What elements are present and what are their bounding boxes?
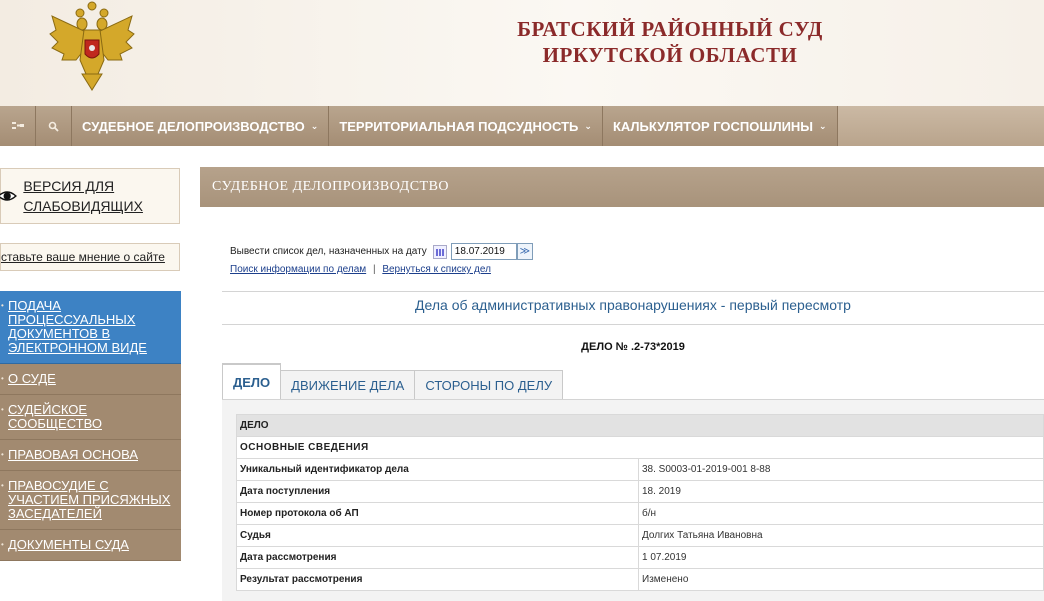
- case-category-title: Дела об административных правонарушениях…: [415, 297, 851, 313]
- section-title: ОСНОВНЫЕ СВЕДЕНИЯ: [236, 436, 1044, 459]
- court-title: БРАТСКИЙ РАЙОННЫЙ СУД ИРКУТСКОЙ ОБЛАСТИ: [420, 16, 920, 68]
- nav-item-court-records[interactable]: СУДЕБНОЕ ДЕЛОПРОИЗВОДСТВО ⌄: [72, 106, 330, 146]
- navbar-filler: [837, 106, 1044, 146]
- site-header: БРАТСКИЙ РАЙОННЫЙ СУД ИРКУТСКОЙ ОБЛАСТИ: [0, 0, 1044, 106]
- back-to-list-link[interactable]: Вернуться к списку дел: [382, 264, 491, 275]
- go-button[interactable]: ≫: [516, 243, 533, 260]
- divider: [222, 324, 1044, 325]
- date-input[interactable]: [450, 243, 517, 260]
- section-label: ДЕЛО: [236, 414, 1044, 437]
- table-row: Номер протокола об АП б/н: [236, 502, 1044, 525]
- nav-item-label: СУДЕБНОЕ ДЕЛОПРОИЗВОДСТВО: [82, 118, 305, 134]
- case-tabs: ДЕЛО ДВИЖЕНИЕ ДЕЛА СТОРОНЫ ПО ДЕЛУ: [222, 362, 564, 400]
- link-separator: |: [372, 264, 376, 275]
- divider: [222, 291, 1044, 292]
- nav-item-fee-calculator[interactable]: КАЛЬКУЛЯТОР ГОСПОШЛИНЫ ⌄: [603, 106, 838, 146]
- tab-case-movement[interactable]: ДВИЖЕНИЕ ДЕЛА: [281, 370, 416, 400]
- nav-item-label: ТЕРРИТОРИАЛЬНАЯ ПОДСУДНОСТЬ: [339, 118, 579, 134]
- coat-of-arms-icon[interactable]: [46, 0, 138, 92]
- sidebar-item-electronic-filing[interactable]: ПОДАЧА ПРОЦЕССУАЛЬНЫХ ДОКУМЕНТОВ В ЭЛЕКТ…: [0, 291, 181, 364]
- side-menu: ПОДАЧА ПРОЦЕССУАЛЬНЫХ ДОКУМЕНТОВ В ЭЛЕКТ…: [0, 291, 181, 561]
- table-row: Дата рассмотрения 1 07.2019: [236, 546, 1044, 569]
- search-cases-link[interactable]: Поиск информации по делам: [230, 264, 366, 275]
- sidebar-item-about-court[interactable]: О СУДЕ: [0, 364, 181, 395]
- left-sidebar: ВЕРСИЯ ДЛЯ СЛАБОВИДЯЩИХ ставьте ваше мне…: [0, 146, 190, 601]
- row-value: Изменено: [638, 568, 1044, 591]
- table-row: Дата поступления 18. 2019: [236, 480, 1044, 503]
- court-title-line1: БРАТСКИЙ РАЙОННЫЙ СУД: [517, 17, 823, 41]
- row-key: Результат рассмотрения: [236, 568, 639, 591]
- row-key: Уникальный идентификатор дела: [236, 458, 639, 481]
- search-icon[interactable]: [36, 106, 72, 146]
- chevron-down-icon: ⌄: [584, 120, 592, 131]
- eye-icon: [0, 191, 17, 201]
- sidebar-item-legal-basis[interactable]: ПРАВОВАЯ ОСНОВА: [0, 440, 181, 471]
- row-value: 1 07.2019: [638, 546, 1044, 569]
- sidebar-item-judicial-community[interactable]: СУДЕЙСКОЕ СООБЩЕСТВО: [0, 395, 181, 440]
- table-row: Результат рассмотрения Изменено: [236, 568, 1044, 591]
- nav-item-label: КАЛЬКУЛЯТОР ГОСПОШЛИНЫ: [612, 118, 814, 134]
- main-navbar: СУДЕБНОЕ ДЕЛОПРОИЗВОДСТВО ⌄ ТЕРРИТОРИАЛЬ…: [0, 106, 1044, 146]
- sitemap-icon[interactable]: [0, 106, 36, 146]
- nav-item-territorial-jurisdiction[interactable]: ТЕРРИТОРИАЛЬНАЯ ПОДСУДНОСТЬ ⌄: [329, 106, 603, 146]
- accessibility-label: ВЕРСИЯ ДЛЯ СЛАБОВИДЯЩИХ: [23, 178, 143, 214]
- case-number: ДЕЛО № .2-73*2019: [581, 341, 685, 353]
- links-row: Поиск информации по делам | Вернуться к …: [230, 264, 491, 275]
- row-key: Судья: [236, 524, 639, 547]
- row-key: Номер протокола об АП: [236, 502, 639, 525]
- row-key: Дата поступления: [236, 480, 639, 503]
- sidebar-item-court-documents[interactable]: ДОКУМЕНТЫ СУДА: [0, 530, 181, 561]
- row-value: 18. 2019: [638, 480, 1044, 503]
- table-row: Уникальный идентификатор дела 38. S0003-…: [236, 458, 1044, 481]
- content-heading: СУДЕБНОЕ ДЕЛОПРОИЗВОДСТВО: [200, 167, 1044, 207]
- calendar-icon[interactable]: [432, 244, 447, 259]
- date-filter-row: Вывести список дел, назначенных на дату …: [230, 243, 533, 260]
- site-opinion-link[interactable]: ставьте ваше мнение о сайте: [0, 243, 180, 271]
- table-row: Судья Долгих Татьяна Ивановна: [236, 524, 1044, 547]
- accessibility-version-button[interactable]: ВЕРСИЯ ДЛЯ СЛАБОВИДЯЩИХ: [0, 168, 180, 224]
- sidebar-item-jury-trials[interactable]: ПРАВОСУДИЕ С УЧАСТИЕМ ПРИСЯЖНЫХ ЗАСЕДАТЕ…: [0, 471, 181, 530]
- case-info-table: ДЕЛО ОСНОВНЫЕ СВЕДЕНИЯ Уникальный иденти…: [236, 414, 1044, 591]
- row-key: Дата рассмотрения: [236, 546, 639, 569]
- row-value: б/н: [638, 502, 1044, 525]
- chevron-down-icon: ⌄: [310, 120, 319, 131]
- tab-case-parties[interactable]: СТОРОНЫ ПО ДЕЛУ: [415, 370, 564, 400]
- court-title-line2: ИРКУТСКОЙ ОБЛАСТИ: [542, 43, 798, 67]
- row-value: 38. S0003-01-2019-001 8-88: [638, 458, 1044, 481]
- date-prompt-label: Вывести список дел, назначенных на дату: [230, 246, 427, 257]
- chevron-down-icon: ⌄: [819, 120, 827, 131]
- row-value: Долгих Татьяна Ивановна: [638, 524, 1044, 547]
- main-content: СУДЕБНОЕ ДЕЛОПРОИЗВОДСТВО Вывести список…: [200, 167, 1044, 601]
- tab-panel-case: ДЕЛО ОСНОВНЫЕ СВЕДЕНИЯ Уникальный иденти…: [222, 399, 1044, 601]
- tab-case[interactable]: ДЕЛО: [222, 363, 282, 400]
